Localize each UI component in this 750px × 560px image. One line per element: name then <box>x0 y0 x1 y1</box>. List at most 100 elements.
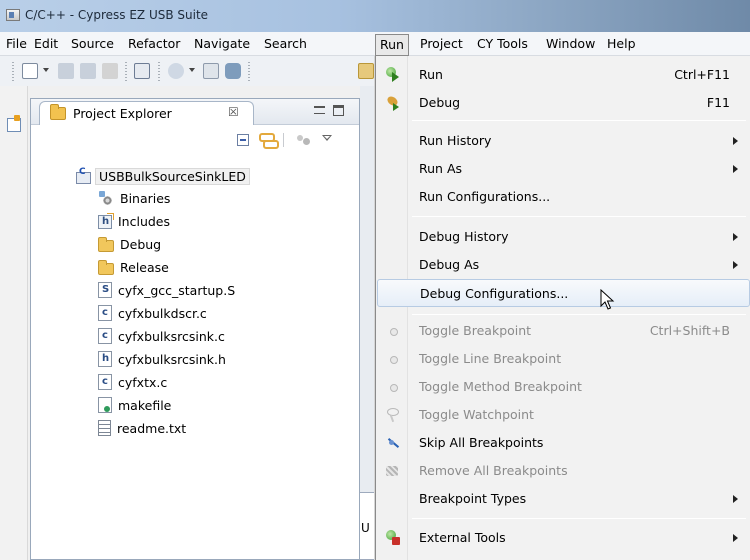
external-tools-icon <box>385 530 401 546</box>
menu-help[interactable]: Help <box>607 36 636 52</box>
tree-item-file[interactable]: S cyfx_gcc_startup.S <box>98 279 235 301</box>
tree-item-label: makefile <box>118 397 172 413</box>
menu-file[interactable]: File <box>6 36 27 52</box>
save-all-icon[interactable] <box>80 63 96 79</box>
mouse-cursor-icon <box>600 289 615 310</box>
tree-item-binaries[interactable]: Binaries <box>98 187 170 209</box>
tree-item-release-folder[interactable]: Release <box>98 256 169 278</box>
menu-separator <box>412 120 746 121</box>
project-explorer-panel: Project Explorer ☒ USBBulkSourceSinkLED … <box>30 98 360 560</box>
menu-cy-tools[interactable]: CY Tools <box>477 36 528 52</box>
menu-item-remove-all-breakpoints[interactable]: Remove All Breakpoints <box>377 457 750 485</box>
watchpoint-icon <box>385 407 401 423</box>
menu-item-debug-configurations[interactable]: Debug Configurations... <box>377 279 750 307</box>
menu-item-skip-all-breakpoints[interactable]: Skip All Breakpoints <box>377 429 750 457</box>
folder-icon <box>98 259 114 275</box>
menu-item-toggle-watchpoint[interactable]: Toggle Watchpoint <box>377 401 750 429</box>
method-breakpoint-icon <box>385 379 401 395</box>
tree-item-file[interactable]: readme.txt <box>98 417 186 439</box>
menu-edit[interactable]: Edit <box>34 36 58 52</box>
menu-item-toggle-method-breakpoint[interactable]: Toggle Method Breakpoint <box>377 373 750 401</box>
toolbar-separator <box>248 62 250 82</box>
menu-item-label: Run Configurations... <box>419 189 551 204</box>
menu-item-run[interactable]: Run Ctrl+F11 <box>377 61 750 89</box>
menu-project[interactable]: Project <box>420 36 463 52</box>
tree-item-label: cyfxbulksrcsink.c <box>118 328 225 344</box>
menu-item-label: Debug History <box>419 229 509 244</box>
toolbar-separator <box>12 62 14 82</box>
close-icon[interactable]: ☒ <box>228 105 239 119</box>
menu-item-debug-as[interactable]: Debug As <box>377 251 750 279</box>
menu-item-debug-history[interactable]: Debug History <box>377 223 750 251</box>
menu-item-label: Debug <box>419 95 461 110</box>
tree-item-includes[interactable]: Includes <box>98 210 170 232</box>
firmware-icon[interactable] <box>203 63 219 79</box>
menu-item-run-history[interactable]: Run History <box>377 127 750 155</box>
window-title: C/C++ - Cypress EZ USB Suite <box>25 8 209 22</box>
restore-view-icon[interactable] <box>7 115 21 132</box>
tree-item-debug-folder[interactable]: Debug <box>98 233 161 255</box>
menu-item-shortcut: Ctrl+F11 <box>674 67 730 82</box>
view-menu-icon[interactable] <box>322 135 332 141</box>
menu-item-label: Breakpoint Types <box>419 491 527 506</box>
tree-item-label: Binaries <box>120 190 171 206</box>
binaries-icon <box>98 190 114 206</box>
tree-item-file[interactable]: c cyfxbulksrcsink.c <box>98 325 225 347</box>
connect-icon[interactable] <box>225 63 241 79</box>
menu-item-shortcut: Ctrl+Shift+B <box>649 323 730 338</box>
binary-icon[interactable] <box>134 63 150 79</box>
focus-active-task-icon[interactable] <box>297 133 311 146</box>
tree-item-file[interactable]: h cyfxbulksrcsink.h <box>98 348 226 370</box>
tree-item-label: cyfxbulksrcsink.h <box>118 351 226 367</box>
h-file-icon: h <box>98 351 112 367</box>
new-dropdown-icon[interactable] <box>43 68 49 72</box>
menu-item-label: Toggle Line Breakpoint <box>419 351 562 366</box>
explorer-view-toolbar <box>31 126 359 152</box>
folder-icon <box>98 236 114 252</box>
tree-item-label: cyfx_gcc_startup.S <box>118 282 236 298</box>
tree-item-file[interactable]: c cyfxbulkdscr.c <box>98 302 207 324</box>
title-bar[interactable]: C/C++ - Cypress EZ USB Suite <box>0 0 750 32</box>
menu-run[interactable]: Run <box>375 34 409 56</box>
menu-separator <box>412 216 746 217</box>
menu-item-label: Toggle Method Breakpoint <box>419 379 582 394</box>
tree-item-file[interactable]: makefile <box>98 394 171 416</box>
maximize-icon[interactable] <box>333 105 344 116</box>
save-icon[interactable] <box>58 63 74 79</box>
menu-refactor[interactable]: Refactor <box>128 36 180 52</box>
settings-icon[interactable] <box>168 63 184 79</box>
menu-source[interactable]: Source <box>71 36 114 52</box>
collapse-all-icon[interactable] <box>237 134 249 146</box>
menu-item-label: Toggle Breakpoint <box>419 323 532 338</box>
menu-item-label: Toggle Watchpoint <box>419 407 534 422</box>
tree-item-project[interactable]: USBBulkSourceSinkLED <box>76 165 250 187</box>
menu-item-label: External Tools <box>419 530 506 545</box>
print-icon[interactable] <box>102 63 118 79</box>
menu-item-debug[interactable]: Debug F11 <box>377 89 750 117</box>
submenu-arrow-icon <box>733 495 738 503</box>
settings-dropdown-icon[interactable] <box>189 68 195 72</box>
tree-item-label: USBBulkSourceSinkLED <box>95 167 250 185</box>
tree-item-file[interactable]: c cyfxtx.c <box>98 371 167 393</box>
open-project-icon[interactable] <box>358 63 374 79</box>
link-with-editor-icon[interactable] <box>258 131 279 149</box>
menu-window[interactable]: Window <box>546 36 595 52</box>
menu-search[interactable]: Search <box>264 36 307 52</box>
menu-item-toggle-line-breakpoint[interactable]: Toggle Line Breakpoint <box>377 345 750 373</box>
c-file-icon: c <box>98 305 112 321</box>
menu-navigate[interactable]: Navigate <box>194 36 250 52</box>
menu-item-external-tools[interactable]: External Tools <box>377 524 750 552</box>
menu-item-breakpoint-types[interactable]: Breakpoint Types <box>377 485 750 513</box>
tree-item-label: Release <box>120 259 169 275</box>
menu-item-label: Debug Configurations... <box>420 286 569 301</box>
menu-item-run-configurations[interactable]: Run Configurations... <box>377 183 750 211</box>
tree-item-label: Debug <box>120 236 162 252</box>
menu-item-toggle-breakpoint[interactable]: Toggle Breakpoint Ctrl+Shift+B <box>377 317 750 345</box>
minimize-icon[interactable] <box>314 106 325 114</box>
skip-breakpoints-icon <box>385 435 401 451</box>
explorer-tab-bar: Project Explorer ☒ <box>31 99 359 125</box>
project-explorer-tab[interactable]: Project Explorer ☒ <box>39 101 254 125</box>
new-file-icon[interactable] <box>22 63 38 79</box>
menu-item-label: Run <box>419 67 443 82</box>
menu-item-run-as[interactable]: Run As <box>377 155 750 183</box>
